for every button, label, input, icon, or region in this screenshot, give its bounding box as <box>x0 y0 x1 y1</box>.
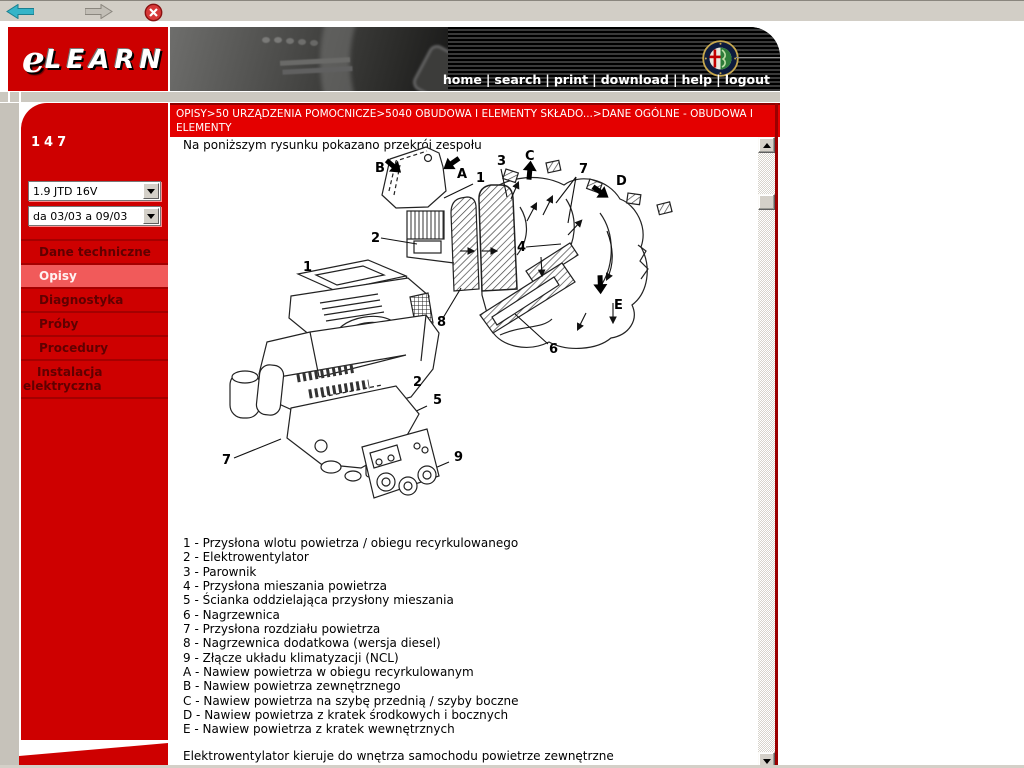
nav-download[interactable]: download <box>601 72 669 87</box>
badge-divider-line <box>736 57 780 58</box>
window-right-border <box>775 103 778 768</box>
diagram-label: 7 <box>579 162 588 177</box>
chevron-down-icon[interactable] <box>143 183 159 199</box>
sidebar-item-dane-techniczne[interactable]: Dane techniczne <box>21 239 168 265</box>
sidebar-item-instalacja-elektryczna[interactable]: Instalacja elektryczna <box>21 361 168 399</box>
content-area: Na poniższym rysunku pokazano przekrój z… <box>170 137 758 765</box>
diagram-label: C <box>525 149 535 164</box>
diagram-label: 2 <box>371 231 380 246</box>
diagram-label: 8 <box>437 315 446 330</box>
diagram-label: E <box>614 298 623 313</box>
legend-item: E - Nawiew powietrza z kratek wewnętrzny… <box>183 722 455 737</box>
banner-photo-dots <box>262 37 270 43</box>
stop-icon[interactable] <box>144 3 163 26</box>
legend-item: 1 - Przysłona wlotu powietrza / obiegu r… <box>183 536 519 550</box>
diagram-label: B <box>375 161 385 176</box>
vertical-scrollbar[interactable] <box>758 137 775 768</box>
hvac-diagram: B A 1 3 C 7 D 2 4 8 6 E 1 2 5 7 9 <box>222 146 673 499</box>
diagram-label: 5 <box>433 393 442 408</box>
legend-item: B - Nawiew powietrza zewnętrznego <box>183 679 401 694</box>
back-icon[interactable] <box>6 3 35 23</box>
sidebar-gutter <box>0 103 21 768</box>
nav-home[interactable]: home <box>443 72 482 87</box>
diagram-label: 3 <box>497 154 506 169</box>
range-select[interactable]: da 03/03 a 09/03 <box>28 206 161 226</box>
header-divider-strip <box>0 91 780 103</box>
nav-separator: | <box>545 72 550 87</box>
diagram-label: 4 <box>517 240 526 255</box>
sidebar-item-diagnostyka[interactable]: Diagnostyka <box>21 289 168 313</box>
legend-item: 2 - Elektrowentylator <box>183 550 309 565</box>
diagram-label: 1 <box>476 171 485 186</box>
range-select-value: da 03/03 a 09/03 <box>33 210 128 223</box>
diagram-label: 7 <box>222 453 231 468</box>
scrollbar-thumb[interactable] <box>758 194 775 210</box>
model-number: 147 <box>31 135 71 150</box>
legend-item: D - Nawiew powietrza z kratek środkowych… <box>183 708 509 723</box>
legend-item: 3 - Parownik <box>183 564 257 579</box>
nav-separator: | <box>485 72 491 87</box>
legend-item: 6 - Nagrzewnica <box>183 607 280 622</box>
isometric-assembly <box>229 259 440 499</box>
logo-learn: LEARN <box>44 45 167 75</box>
sidebar-item-opisy[interactable]: Opisy <box>21 265 168 289</box>
diagram-label: A <box>457 167 467 182</box>
body-paragraph: Elektrowentylator kieruje do wnętrza sam… <box>183 749 614 763</box>
diagram-label: D <box>616 174 627 189</box>
engine-select[interactable]: 1.9 JTD 16V <box>28 181 161 201</box>
chevron-down-icon[interactable] <box>143 208 159 224</box>
nav-search[interactable]: search <box>494 72 541 87</box>
banner-photo <box>170 27 630 91</box>
elearn-logo-text: eLEARN <box>22 39 166 81</box>
diagram-label: 6 <box>549 342 558 357</box>
legend-item: 4 - Przysłona mieszania powietrza <box>183 579 387 594</box>
legend-item: A - Nawiew powietrza w obiegu recyrkulow… <box>183 665 474 680</box>
legend-item: C - Nawiew powietrza na szybę przednią /… <box>183 693 519 708</box>
diagram-label: 9 <box>454 450 463 465</box>
browser-toolbar <box>0 0 1024 22</box>
strip-divider <box>8 91 10 103</box>
legend-item: 7 - Przysłona rozdziału powietrza <box>183 622 381 637</box>
breadcrumb: OPISY>50 URZĄDZENIA POMOCNICZE>5040 OBUD… <box>170 103 780 148</box>
diagram-label: 2 <box>413 375 422 390</box>
legend-list: 1 - Przysłona wlotu powietrza / obiegu r… <box>183 536 519 737</box>
strip-divider <box>19 91 21 103</box>
sidebar-item-procedury[interactable]: Procedury <box>21 337 168 361</box>
elearn-window: eLEARN home | search | print | download | h <box>0 0 1024 768</box>
sidebar: 147 1.9 JTD 16V da 03/03 a 09/03 Dane te… <box>21 103 168 740</box>
diagram-label: 1 <box>303 260 312 275</box>
legend-item: 8 - Nagrzewnica dodatkowa (wersja diesel… <box>183 636 441 651</box>
nav-help[interactable]: help <box>682 72 713 87</box>
nav-separator: | <box>716 72 721 87</box>
legend-item: 9 - Złącze układu klimatyzacji (NCL) <box>183 650 399 665</box>
nav-separator: | <box>672 72 678 87</box>
forward-icon[interactable] <box>84 3 113 23</box>
top-navigation: home | search | print | download | help | logout <box>443 72 770 87</box>
breadcrumb-line1: OPISY>50 URZĄDZENIA POMOCNICZE>5040 OBUD… <box>176 108 754 134</box>
sidebar-menu: Dane techniczne Opisy Diagnostyka Próby … <box>21 239 168 399</box>
sidebar-item-proby[interactable]: Próby <box>21 313 168 337</box>
legend-item: 5 - Ścianka oddzielająca przysłony miesz… <box>183 593 454 608</box>
elearn-logo[interactable]: eLEARN <box>8 27 168 91</box>
engine-select-value: 1.9 JTD 16V <box>33 185 98 198</box>
nav-separator: | <box>592 72 597 87</box>
scroll-up-button[interactable] <box>758 137 775 153</box>
header-banner: home | search | print | download | help | logout <box>170 27 780 91</box>
logo-letter-e: e <box>22 39 45 81</box>
nav-logout[interactable]: logout <box>725 72 770 87</box>
nav-print[interactable]: print <box>554 72 588 87</box>
